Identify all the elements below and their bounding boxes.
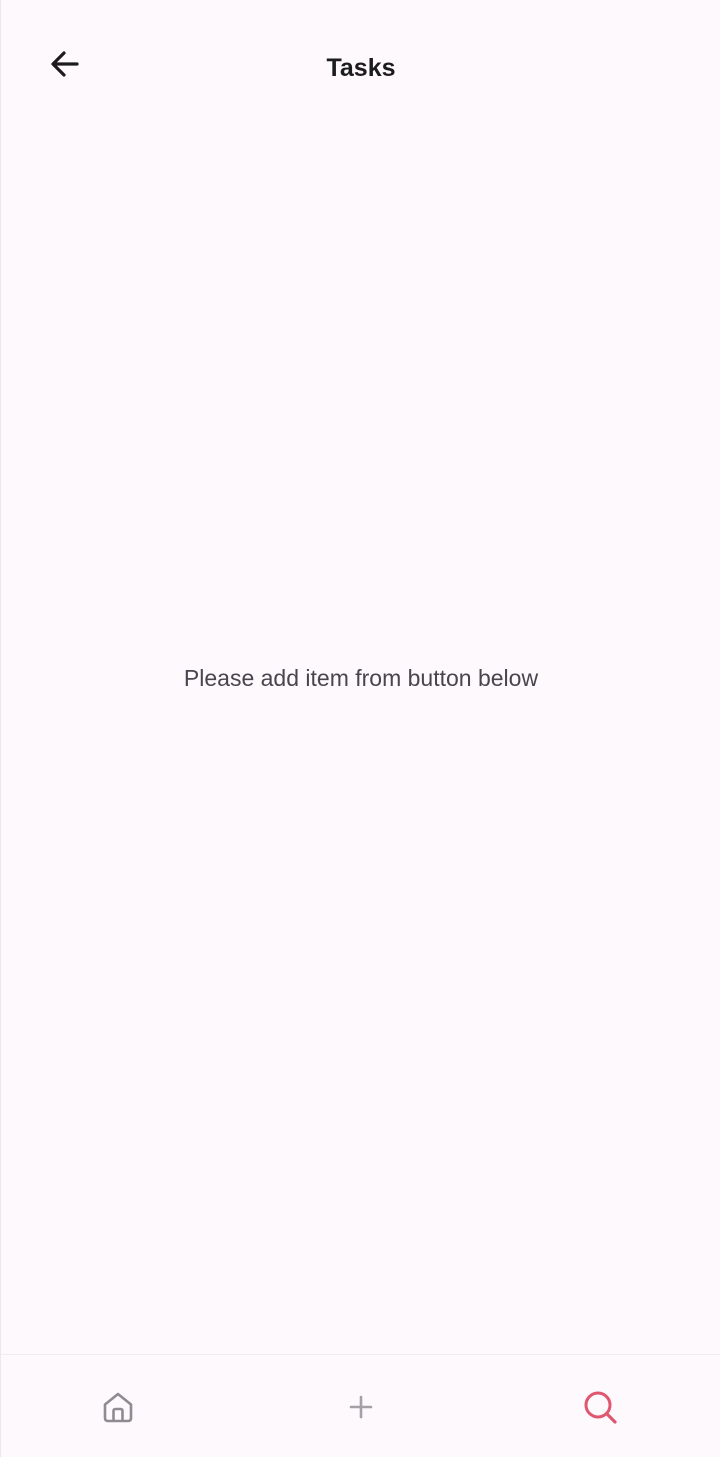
top-app-bar: Tasks [1,0,720,136]
empty-state-message: Please add item from button below [183,665,539,691]
page-title: Tasks [326,54,396,82]
nav-home-button[interactable] [94,1383,142,1431]
nav-add-button[interactable] [337,1383,385,1431]
plus-icon [349,1395,373,1419]
home-icon [103,1392,133,1423]
nav-search-button[interactable] [576,1383,624,1431]
search-icon [584,1391,617,1424]
bottom-navigation [1,1354,720,1457]
app-screen: Tasks Please add item from button below [0,0,720,1457]
